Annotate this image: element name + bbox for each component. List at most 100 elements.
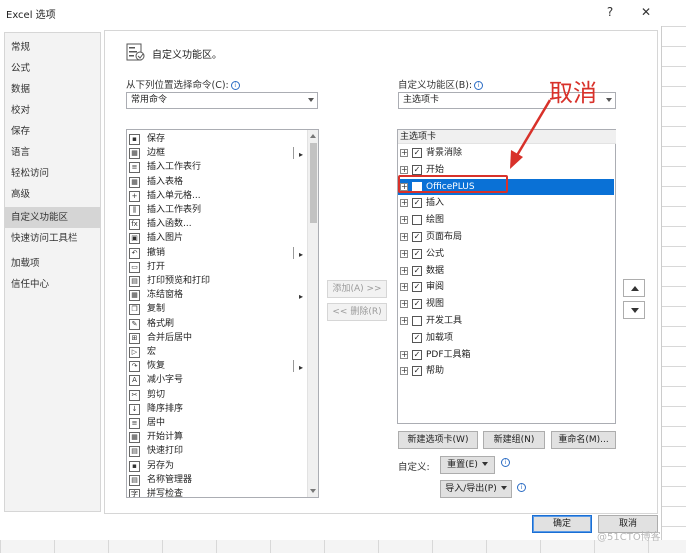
command-label: 拼写检查 xyxy=(147,489,184,498)
command-item[interactable]: ✎ 格式刷 xyxy=(129,317,305,332)
ribbon-tab-item[interactable]: + ✓ 页面布局 xyxy=(400,229,600,245)
ribbon-tab-item[interactable]: + 开发工具 xyxy=(400,313,600,329)
scroll-thumb[interactable] xyxy=(310,143,317,223)
tab-checkbox[interactable]: ✓ xyxy=(412,299,422,310)
tab-checkbox[interactable]: ✓ xyxy=(412,198,422,209)
expand-icon[interactable]: + xyxy=(400,249,408,258)
expand-icon[interactable]: + xyxy=(400,149,408,157)
reset-button[interactable]: 重置(E) xyxy=(440,456,495,474)
command-item[interactable]: ▣ 插入图片 xyxy=(129,231,305,246)
commands-list[interactable]: ▪ 保存 ▦ 边框 ▸ ≡ 插入工作表行 ▦ 插入表格 + 插入单元格... ⫼ 插入工作表列 fx 插入函… xyxy=(126,129,319,498)
rename-button[interactable]: 重命名(M)... xyxy=(551,431,616,449)
expand-icon[interactable]: + xyxy=(400,216,408,225)
command-item[interactable]: ▦ 插入表格 xyxy=(129,175,305,190)
command-item[interactable]: 字拼写检查 xyxy=(129,487,305,498)
nav-item-trust-center[interactable]: 信任中心 xyxy=(5,274,100,295)
nav-item-customize-ribbon[interactable]: 自定义功能区 xyxy=(5,207,100,228)
expand-icon[interactable]: + xyxy=(400,367,408,376)
ribbon-tab-item[interactable]: + ✓ 插入 xyxy=(400,195,600,211)
command-item[interactable]: ↷ 恢复 ▸ xyxy=(129,359,305,374)
expand-icon[interactable]: + xyxy=(400,266,408,275)
tab-checkbox[interactable]: ✓ xyxy=(412,248,422,259)
tab-checkbox[interactable] xyxy=(412,316,422,326)
command-item[interactable]: ▪ 保存 xyxy=(129,132,305,147)
expand-icon[interactable]: + xyxy=(400,199,408,208)
ribbon-tab-item[interactable]: + ✓ 视图 xyxy=(400,296,600,312)
command-item[interactable]: ▭ 打开 xyxy=(129,260,305,275)
tab-checkbox[interactable]: ✓ xyxy=(412,332,422,343)
remove-button[interactable]: << 删除(R) xyxy=(327,303,387,321)
command-item[interactable]: A 减小字号 xyxy=(129,373,305,388)
ok-button[interactable]: 确定 xyxy=(532,515,592,533)
command-item[interactable]: ▷ 宏 xyxy=(129,345,305,360)
ribbon-tab-row: + 开发工具 xyxy=(400,313,600,329)
expand-icon[interactable]: + xyxy=(400,350,408,359)
scroll-up-icon[interactable] xyxy=(310,134,316,138)
tab-checkbox[interactable]: ✓ xyxy=(412,148,422,158)
command-label: 恢复 xyxy=(147,361,166,372)
nav-item-formulas[interactable]: 公式 xyxy=(5,58,100,79)
command-item[interactable]: ✂ 剪切 xyxy=(129,388,305,403)
command-item[interactable]: ▤ 打印预览和打印 xyxy=(129,274,305,289)
choose-commands-select[interactable]: 常用命令 xyxy=(126,92,318,109)
save-as-icon: ▪ xyxy=(129,460,140,472)
command-item[interactable]: ▤ 快速打印 xyxy=(129,444,305,459)
commands-list-scrollbar[interactable] xyxy=(307,130,318,497)
command-item[interactable]: ▪ 另存为 xyxy=(129,459,305,474)
scroll-down-icon[interactable] xyxy=(310,489,316,493)
tab-checkbox[interactable]: ✓ xyxy=(412,232,422,242)
nav-item-proofing[interactable]: 校对 xyxy=(5,100,100,121)
nav-item-advanced[interactable]: 高级 xyxy=(5,184,100,205)
import-export-button[interactable]: 导入/导出(P) xyxy=(440,480,512,498)
command-item[interactable]: ▦ 开始计算 xyxy=(129,430,305,445)
add-button[interactable]: 添加(A) >> xyxy=(327,280,387,298)
new-group-button[interactable]: 新建组(N) xyxy=(483,431,545,449)
ribbon-tab-item[interactable]: + ✓ 帮助 xyxy=(400,363,600,379)
nav-item-accessibility[interactable]: 轻松访问 xyxy=(5,163,100,184)
ribbon-tab-item[interactable]: + ✓ 数据 xyxy=(400,263,600,279)
ribbon-tab-item[interactable]: + ✓ PDF工具箱 xyxy=(400,347,600,363)
nav-item-save[interactable]: 保存 xyxy=(5,121,100,142)
move-up-button[interactable] xyxy=(623,279,645,297)
nav-item-general[interactable]: 常规 xyxy=(5,37,100,58)
command-item[interactable]: ≡ 居中 xyxy=(129,416,305,431)
expand-icon[interactable]: + xyxy=(400,300,408,309)
custom-label: 自定义: xyxy=(398,462,430,473)
tab-checkbox[interactable]: ✓ xyxy=(412,265,422,276)
tab-checkbox[interactable]: ✓ xyxy=(412,366,422,377)
nav-item-data[interactable]: 数据 xyxy=(5,79,100,100)
tab-checkbox[interactable]: ✓ xyxy=(412,282,422,293)
function-icon: fx xyxy=(129,219,140,231)
tab-checkbox[interactable] xyxy=(412,215,422,226)
ribbon-tab-item[interactable]: + ✓ 公式 xyxy=(400,246,600,262)
close-button[interactable]: ✕ xyxy=(636,3,656,21)
move-down-button[interactable] xyxy=(623,301,645,319)
chevron-down-icon xyxy=(606,98,612,102)
command-item[interactable]: ⊞ 合并后居中 xyxy=(129,331,305,346)
command-item[interactable]: ≡ 插入工作表行 xyxy=(129,160,305,175)
command-item[interactable]: ⫼ 插入工作表列 xyxy=(129,203,305,218)
expand-icon[interactable]: + xyxy=(400,165,408,174)
tab-checkbox[interactable]: ✓ xyxy=(412,349,422,360)
ribbon-tab-item[interactable]: + 绘图 xyxy=(400,212,600,228)
command-item[interactable]: ▦ 边框 ▸ xyxy=(129,146,305,161)
expand-icon[interactable]: + xyxy=(400,283,408,292)
nav-item-language[interactable]: 语言 xyxy=(5,142,100,163)
ribbon-tab-item[interactable]: ✓ 加载项 xyxy=(400,330,600,346)
expand-icon[interactable]: + xyxy=(400,233,408,241)
tab-checkbox[interactable]: ✓ xyxy=(412,164,422,175)
command-item[interactable]: ▤ 名称管理器 xyxy=(129,473,305,488)
command-item[interactable]: ↶ 撤销 ▸ xyxy=(129,246,305,261)
help-button[interactable]: ? xyxy=(600,3,620,21)
command-item[interactable]: fx 插入函数... xyxy=(129,217,305,232)
command-item[interactable]: ❐ 复制 xyxy=(129,302,305,317)
nav-item-quick-access-toolbar[interactable]: 快速访问工具栏 xyxy=(5,228,100,249)
insert-row-icon: ≡ xyxy=(129,162,140,174)
command-item[interactable]: ▦ 冻结窗格 ▸ xyxy=(129,288,305,303)
ribbon-tab-item[interactable]: + ✓ 审阅 xyxy=(400,279,600,295)
command-item[interactable]: + 插入单元格... xyxy=(129,189,305,204)
command-item[interactable]: ↓ 降序排序 xyxy=(129,402,305,417)
new-tab-button[interactable]: 新建选项卡(W) xyxy=(398,431,478,449)
expand-icon[interactable]: + xyxy=(400,317,408,325)
nav-item-add-ins[interactable]: 加载项 xyxy=(5,253,100,274)
